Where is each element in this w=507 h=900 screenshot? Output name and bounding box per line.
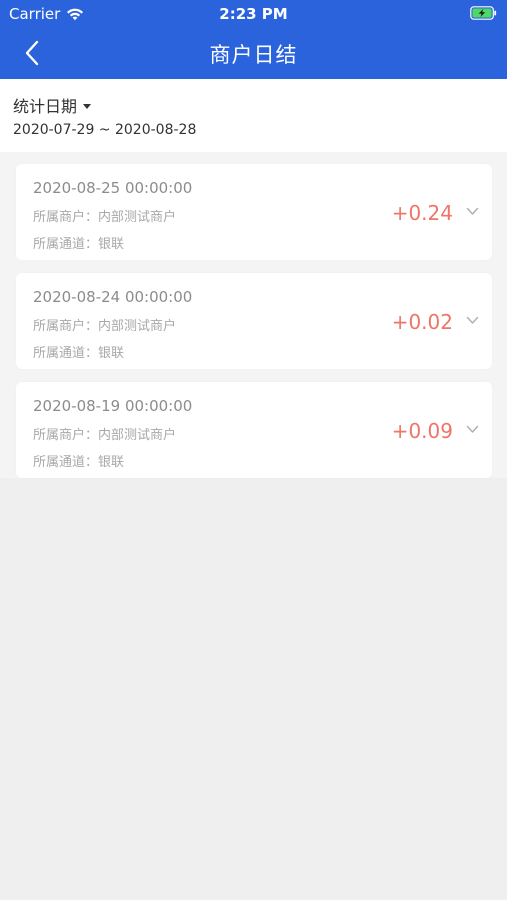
record-channel: 所属通道：银联 bbox=[33, 455, 125, 470]
battery-charging-icon bbox=[470, 6, 497, 20]
navigation-bar: 商户日结 bbox=[0, 28, 507, 79]
record-datetime: 2020-08-24 00:00:00 bbox=[33, 288, 193, 306]
page-title: 商户日结 bbox=[209, 43, 298, 67]
status-time: 2:23 PM bbox=[219, 5, 288, 23]
status-bar: Carrier 2:23 PM bbox=[0, 0, 507, 28]
record-merchant: 所属商户：内部测试商户 bbox=[33, 319, 177, 334]
caret-down-icon bbox=[83, 103, 92, 109]
date-filter-section: 统计日期 2020-07-29 ~ 2020-08-28 bbox=[0, 79, 507, 152]
date-filter-label: 统计日期 bbox=[13, 97, 78, 116]
record-amount: +0.09 bbox=[391, 419, 453, 443]
list-item[interactable]: 2020-08-25 00:00:00 所属商户：内部测试商户 所属通道：银联 … bbox=[16, 164, 492, 260]
chevron-down-icon[interactable] bbox=[466, 207, 479, 216]
record-datetime: 2020-08-25 00:00:00 bbox=[33, 179, 193, 197]
list-item[interactable]: 2020-08-19 00:00:00 所属商户：内部测试商户 所属通道：银联 … bbox=[16, 382, 492, 478]
record-amount: +0.02 bbox=[391, 310, 453, 334]
record-amount: +0.24 bbox=[391, 201, 453, 225]
record-merchant: 所属商户：内部测试商户 bbox=[33, 428, 177, 443]
record-merchant: 所属商户：内部测试商户 bbox=[33, 210, 177, 225]
date-filter-dropdown[interactable]: 统计日期 bbox=[13, 93, 92, 117]
record-channel: 所属通道：银联 bbox=[33, 237, 125, 252]
settlement-list: 2020-08-25 00:00:00 所属商户：内部测试商户 所属通道：银联 … bbox=[0, 152, 507, 478]
chevron-down-icon[interactable] bbox=[466, 425, 479, 434]
list-item[interactable]: 2020-08-24 00:00:00 所属商户：内部测试商户 所属通道：银联 … bbox=[16, 273, 492, 369]
app-header: Carrier 2:23 PM 商户日结 bbox=[0, 0, 507, 79]
date-range-text: 2020-07-29 ~ 2020-08-28 bbox=[13, 122, 197, 138]
record-datetime: 2020-08-19 00:00:00 bbox=[33, 397, 193, 415]
record-channel: 所属通道：银联 bbox=[33, 346, 125, 361]
chevron-down-icon[interactable] bbox=[466, 316, 479, 325]
